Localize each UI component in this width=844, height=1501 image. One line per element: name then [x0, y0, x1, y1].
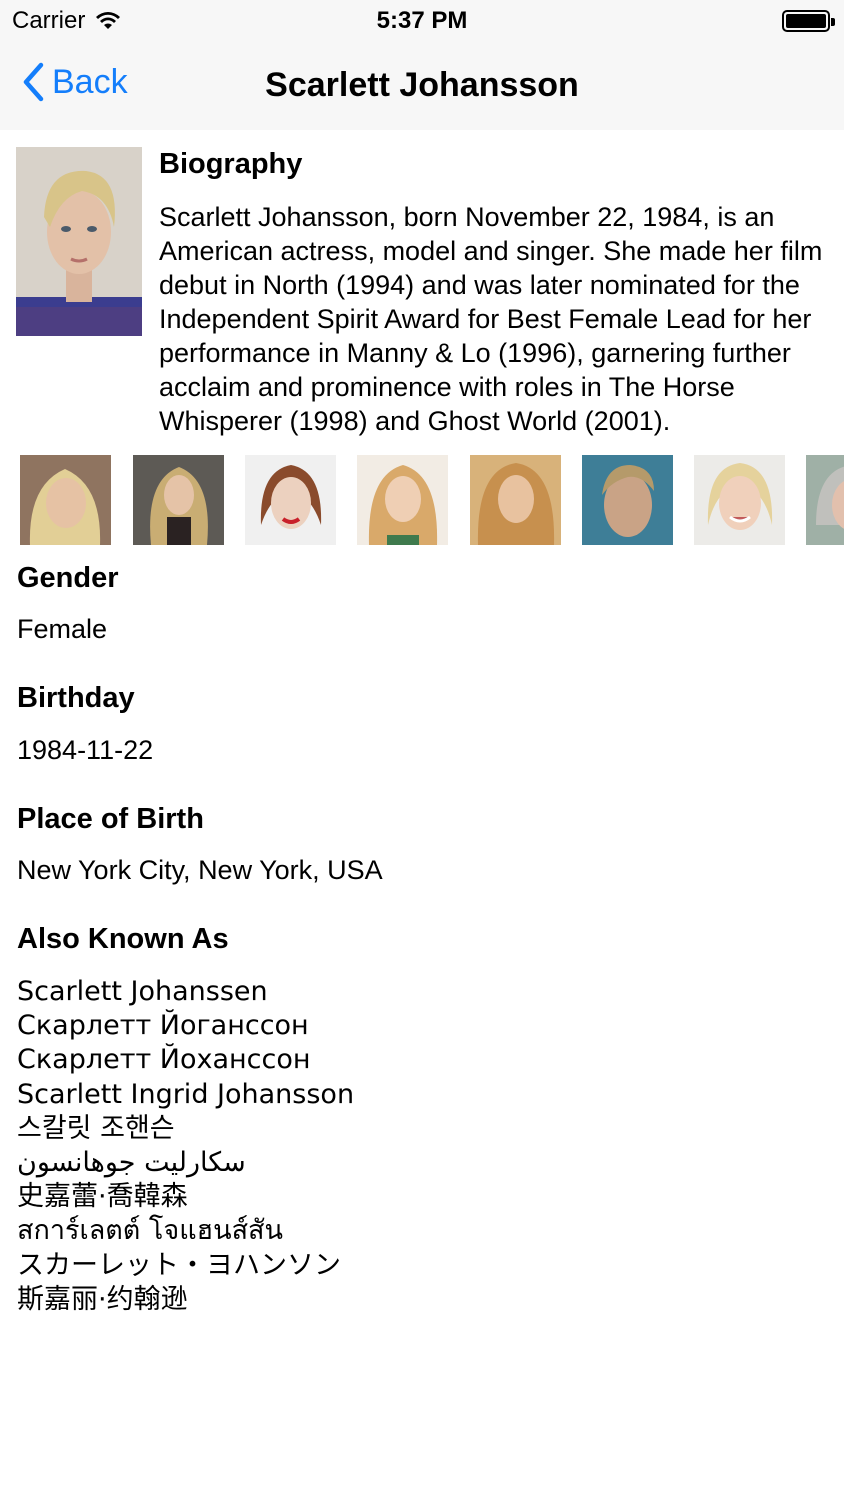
- gallery-thumbnail[interactable]: [694, 455, 785, 545]
- also-known-as-list: Scarlett Johanssen Скарлетт Йоганссон Ск…: [17, 975, 354, 1317]
- alias-item: Скарлетт Йоганссон: [17, 1010, 309, 1042]
- gallery-thumbnail[interactable]: [357, 455, 448, 545]
- alias-item: 斯嘉丽·约翰逊: [17, 1283, 188, 1315]
- gallery-thumbnail[interactable]: [470, 455, 561, 545]
- page-title: Scarlett Johansson: [265, 66, 579, 104]
- battery-level: [786, 14, 826, 28]
- gender-value: Female: [17, 614, 108, 644]
- battery-icon: [782, 10, 835, 32]
- gallery-thumbnail[interactable]: [133, 455, 224, 545]
- birthday-heading: Birthday: [17, 682, 135, 714]
- gender-heading: Gender: [17, 562, 119, 594]
- navigation-bar: Back Scarlett Johansson: [0, 42, 844, 130]
- alias-item: Scarlett Johanssen: [17, 976, 268, 1007]
- gallery-thumbnail[interactable]: [20, 455, 111, 545]
- status-bar: Carrier 5:37 PM: [0, 0, 844, 42]
- gallery-thumbnail[interactable]: [245, 455, 336, 545]
- alias-item: スカーレット・ヨハンソン: [17, 1249, 341, 1281]
- alias-item: 史嘉蕾·喬韓森: [17, 1181, 188, 1213]
- place-of-birth-value: New York City, New York, USA: [17, 855, 383, 885]
- alias-item: สการ์เลตต์ โจแฮนส์สัน: [17, 1215, 283, 1247]
- status-time: 5:37 PM: [376, 7, 468, 34]
- gallery-thumbnail[interactable]: [806, 455, 844, 545]
- alias-item: Скарлетт Йоханссон: [17, 1044, 311, 1076]
- alias-item: Scarlett Ingrid Johansson: [17, 1078, 355, 1110]
- biography-text: Scarlett Johansson, born November 22, 19…: [159, 202, 823, 436]
- alias-item: سكارليت جوهانسون: [17, 1147, 246, 1179]
- gallery-thumbnail[interactable]: [582, 455, 673, 545]
- profile-photo: [16, 147, 142, 336]
- alias-item: 스칼릿 조핸슨: [17, 1112, 175, 1144]
- image-gallery[interactable]: [0, 455, 844, 545]
- place-of-birth-heading: Place of Birth: [17, 803, 204, 835]
- biography-heading: Biography: [159, 148, 303, 180]
- birthday-value: 1984-11-22: [17, 735, 154, 765]
- also-known-as-heading: Also Known As: [17, 923, 229, 955]
